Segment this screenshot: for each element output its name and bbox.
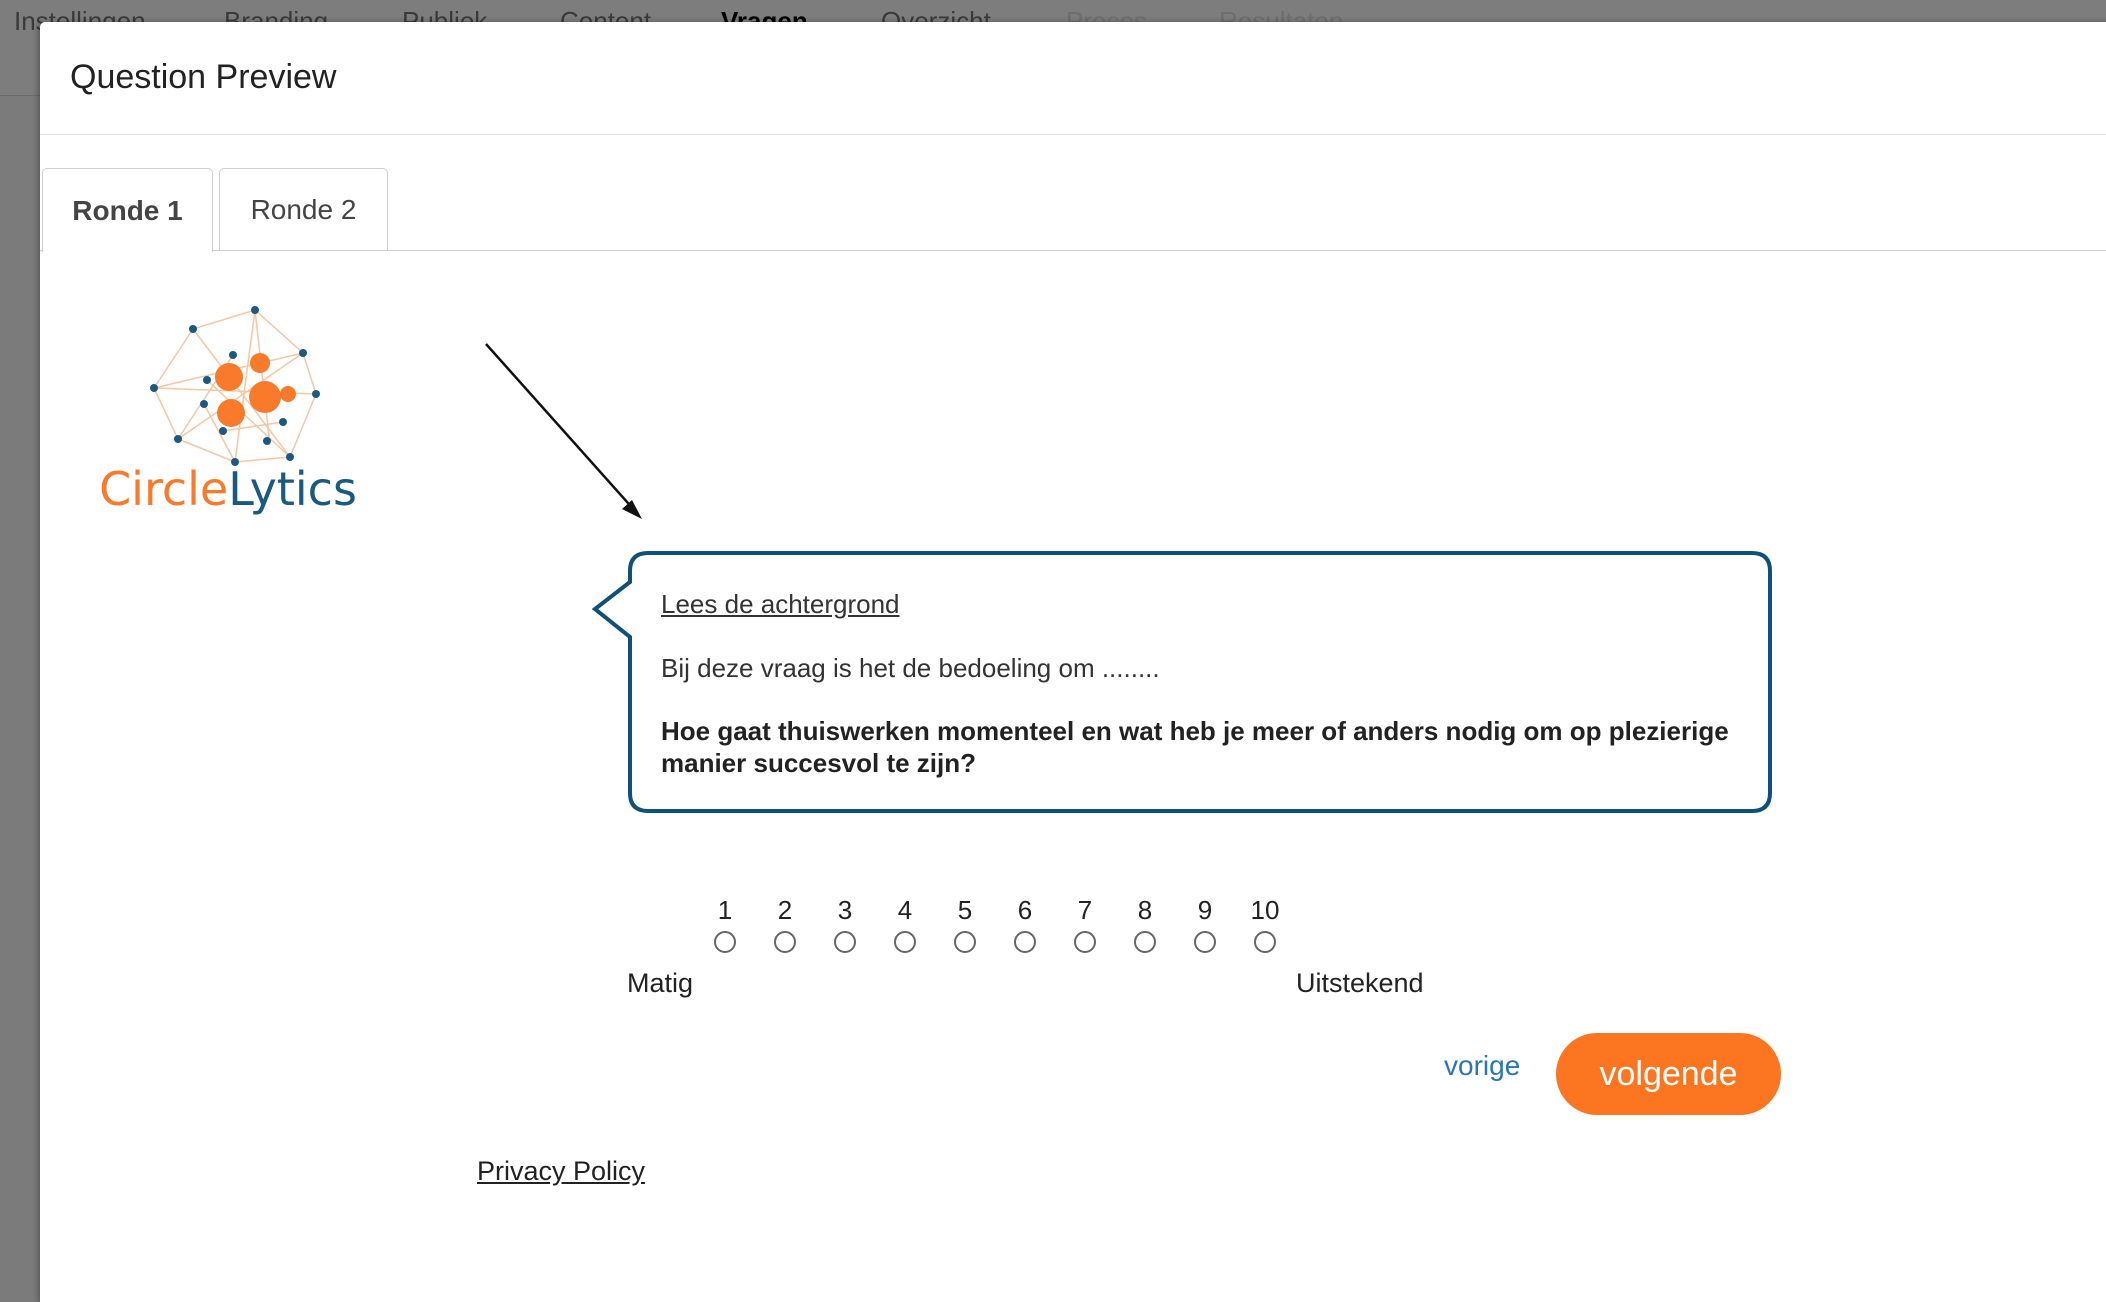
scale-option-number: 7 [1077,895,1093,925]
radio-button[interactable] [1074,931,1096,953]
radio-button[interactable] [1254,931,1276,953]
radio-button[interactable] [894,931,916,953]
privacy-policy-link[interactable]: Privacy Policy [477,1156,645,1187]
radio-button[interactable] [954,931,976,953]
scale-option-number: 6 [1017,895,1033,925]
scale-option[interactable]: 2 [755,895,815,953]
scale-option-number: 3 [837,895,853,925]
radio-button[interactable] [714,931,736,953]
scale-option[interactable]: 3 [815,895,875,953]
scale-option[interactable]: 6 [995,895,1055,953]
radio-button[interactable] [1134,931,1156,953]
radio-button[interactable] [1194,931,1216,953]
scale-max-label: Uitstekend [1296,968,1424,998]
scale-option-number: 1 [717,895,733,925]
background-link[interactable]: Lees de achtergrond [661,587,1751,621]
scale-option-number: 2 [777,895,793,925]
scale-option[interactable]: 5 [935,895,995,953]
scale-option-number: 4 [897,895,913,925]
scale-min-label: Matig [627,968,694,998]
scale-option-number: 10 [1250,895,1280,925]
scale-option[interactable]: 7 [1055,895,1115,953]
radio-button[interactable] [1014,931,1036,953]
question-content: Lees de achtergrond Bij deze vraag is he… [661,587,1751,779]
scale-option[interactable]: 10 [1235,895,1295,953]
previous-link[interactable]: vorige [1444,1050,1520,1082]
scale-option-number: 5 [957,895,973,925]
radio-button[interactable] [774,931,796,953]
question-intro: Bij deze vraag is het de bedoeling om ..… [661,653,1160,683]
radio-button[interactable] [834,931,856,953]
scale-option-number: 8 [1137,895,1153,925]
question-preview-modal: Question Preview Ronde 1 Ronde 2 CircleL… [40,22,2106,1302]
scale-option[interactable]: 1 [695,895,755,953]
scale-option[interactable]: 9 [1175,895,1235,953]
next-button[interactable]: volgende [1556,1033,1781,1115]
scale-option[interactable]: 8 [1115,895,1175,953]
question-text: Hoe gaat thuiswerken momenteel en wat he… [661,716,1729,778]
scale-option[interactable]: 4 [875,895,935,953]
scale-option-number: 9 [1197,895,1213,925]
